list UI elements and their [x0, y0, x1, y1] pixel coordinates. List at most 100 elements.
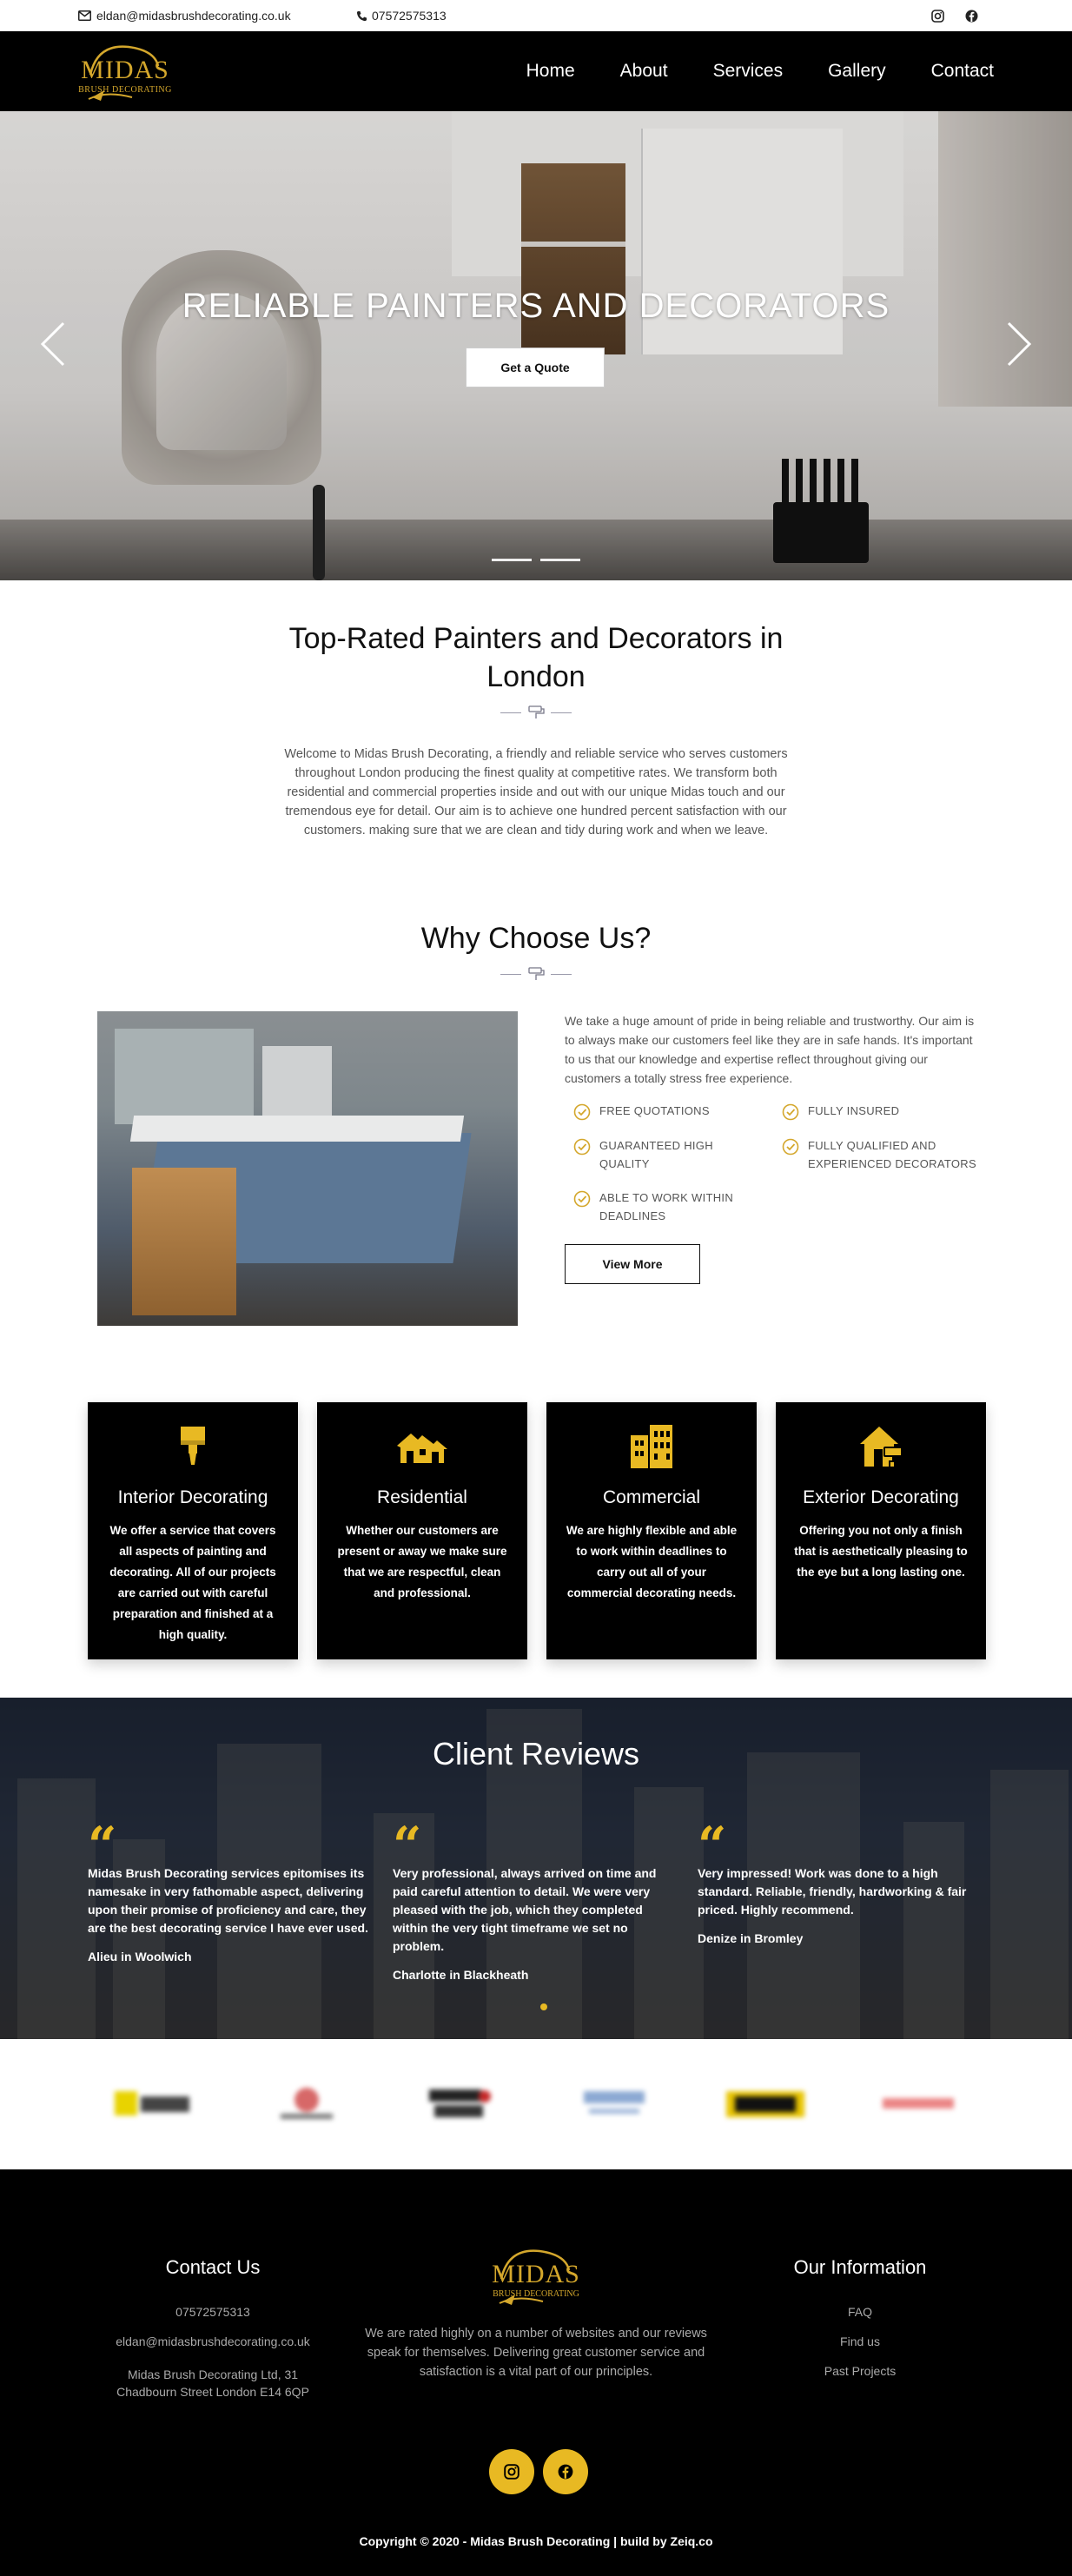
top-social-links	[931, 0, 983, 31]
feature-label: GUARANTEED HIGH QUALITY	[599, 1139, 713, 1170]
instagram-icon[interactable]	[931, 9, 944, 23]
partner-logo-ipaf[interactable]	[726, 2086, 804, 2121]
feature-label: FULLY QUALIFIED AND EXPERIENCED DECORATO…	[808, 1139, 976, 1170]
nav-menu: Home About Services Gallery Contact	[526, 31, 994, 111]
logo-tagline: BRUSH DECORATING	[493, 2289, 579, 2299]
why-title: Why Choose Us?	[420, 922, 652, 955]
client-reviews-section: Client Reviews “ Midas Brush Decorating …	[0, 1698, 1072, 2039]
footer-logo[interactable]: MIDAS BRUSH DECORATING	[482, 2244, 590, 2308]
service-title: Exterior Decorating	[803, 1487, 959, 1507]
nav-item-about[interactable]: About	[620, 61, 668, 82]
service-card-commercial[interactable]: Commercial We are highly flexible and ab…	[546, 1402, 757, 1659]
service-card-residential[interactable]: Residential Whether our customers are pr…	[317, 1402, 527, 1659]
partner-logo-trustatrader[interactable]	[879, 2086, 957, 2121]
feature-checklist: FREE QUOTATIONS FULLY INSURED GUARANTEED…	[565, 1102, 982, 1225]
facebook-icon[interactable]	[965, 10, 978, 23]
partner-logos	[0, 2039, 1072, 2169]
kitchen-photo	[97, 1011, 518, 1326]
hero-slide-indicators	[492, 559, 580, 561]
service-text: We are highly flexible and able to work …	[566, 1524, 738, 1599]
review-author: Denize in Bromley	[698, 1931, 804, 1945]
reviews-title: Client Reviews	[432, 1736, 640, 1771]
footer-about-text: We are rated highly on a number of websi…	[365, 2327, 707, 2379]
nav-item-home[interactable]: Home	[526, 61, 575, 82]
top-email-link[interactable]: eldan@midasbrushdecorating.co.uk	[78, 0, 291, 31]
footer-info-title: Our Information	[793, 2256, 927, 2278]
feature-item: FULLY INSURED	[773, 1102, 982, 1121]
feature-label: FREE QUOTATIONS	[599, 1104, 710, 1117]
quote-icon: “	[698, 1816, 727, 1875]
footer-about: MIDAS BRUSH DECORATING We are rated high…	[354, 2244, 718, 2381]
review-slide-indicator[interactable]	[540, 2003, 547, 2010]
footer-info: Our Information FAQ Find us Past Project…	[747, 2256, 973, 2380]
footer-contact: Contact Us 07572575313 eldan@midasbrushd…	[100, 2256, 326, 2401]
partner-logo-city-guilds[interactable]	[422, 2086, 497, 2121]
get-quote-button[interactable]: Get a Quote	[466, 348, 605, 387]
service-cards: Interior Decorating We offer a service t…	[88, 1402, 986, 1659]
slide-indicator-2[interactable]	[540, 559, 580, 561]
footer-link-past-projects[interactable]: Past Projects	[747, 2362, 973, 2380]
review-card: “ Very impressed! Work was done to a hig…	[698, 1816, 984, 1945]
paint-brush-divider-icon	[528, 967, 545, 981]
feature-item: GUARANTEED HIGH QUALITY	[565, 1136, 773, 1173]
view-more-button[interactable]: View More	[565, 1244, 700, 1284]
review-text: Very professional, always arrived on tim…	[393, 1866, 657, 1953]
chevron-right-icon[interactable]	[1006, 321, 1032, 375]
footer-link-find-us[interactable]: Find us	[747, 2333, 973, 2350]
service-text: We offer a service that covers all aspec…	[109, 1524, 276, 1641]
house-paint-roller-icon	[776, 1421, 986, 1470]
partner-logo-trustmark[interactable]	[575, 2086, 653, 2121]
partner-logo-checkatrade[interactable]	[272, 2086, 341, 2121]
footer-facebook-button[interactable]	[543, 2449, 588, 2494]
copyright-text: Copyright © 2020 - Midas Brush Decoratin…	[359, 2534, 713, 2548]
why-section: Why Choose Us?	[0, 919, 1072, 982]
review-author: Alieu in Woolwich	[88, 1950, 192, 1963]
facebook-icon	[558, 2464, 573, 2480]
feature-label: FULLY INSURED	[808, 1104, 900, 1117]
intro-title: Top-Rated Painters and Decorators in Lon…	[288, 622, 784, 694]
review-card: “ Very professional, always arrived on t…	[393, 1820, 679, 1982]
site-footer: Contact Us 07572575313 eldan@midasbrushd…	[0, 2169, 1072, 2576]
service-title: Residential	[377, 1487, 467, 1507]
nav-item-services[interactable]: Services	[713, 61, 784, 82]
why-content: We take a huge amount of pride in being …	[565, 1011, 982, 1284]
footer-link-faq[interactable]: FAQ	[747, 2303, 973, 2321]
top-phone-text: 07572575313	[372, 9, 447, 23]
check-circle-icon	[573, 1190, 591, 1208]
footer-contact-title: Contact Us	[165, 2256, 261, 2278]
review-card: “ Midas Brush Decorating services epitom…	[88, 1816, 374, 1963]
footer-social	[489, 2449, 588, 2494]
footer-email[interactable]: eldan@midasbrushdecorating.co.uk	[100, 2333, 326, 2350]
footer-address: Midas Brush Decorating Ltd, 31 Chadbourn…	[116, 2367, 309, 2399]
service-title: Interior Decorating	[117, 1487, 268, 1507]
service-text: Whether our customers are present or awa…	[337, 1524, 507, 1599]
main-navigation: MIDAS BRUSH DECORATING Home About Servic…	[0, 31, 1072, 111]
top-phone-link[interactable]: 07572575313	[356, 0, 447, 31]
top-email-text: eldan@midasbrushdecorating.co.uk	[96, 9, 291, 23]
logo-wordmark: MIDAS	[492, 2260, 580, 2288]
brush-divider	[0, 966, 1072, 982]
service-card-interior[interactable]: Interior Decorating We offer a service t…	[88, 1402, 298, 1659]
intro-section: Top-Rated Painters and Decorators in Lon…	[0, 619, 1072, 840]
chevron-left-icon[interactable]	[40, 321, 66, 375]
hero-title: RELIABLE PAINTERS AND DECORATORS	[182, 287, 890, 325]
nav-item-contact[interactable]: Contact	[931, 61, 994, 82]
nav-item-gallery[interactable]: Gallery	[828, 61, 886, 82]
service-text: Offering you not only a finish that is a…	[794, 1524, 968, 1579]
feature-label: ABLE TO WORK WITHIN DEADLINES	[599, 1191, 734, 1222]
quote-icon: “	[88, 1816, 117, 1875]
footer-phone[interactable]: 07572575313	[100, 2303, 326, 2321]
instagram-icon	[504, 2464, 519, 2480]
brand-logo[interactable]: MIDAS BRUSH DECORATING	[71, 40, 179, 104]
building-icon	[546, 1421, 757, 1470]
review-text: Very impressed! Work was done to a high …	[698, 1866, 967, 1917]
partner-logo-yell[interactable]	[115, 2086, 193, 2121]
footer-instagram-button[interactable]	[489, 2449, 534, 2494]
service-card-exterior[interactable]: Exterior Decorating Offering you not onl…	[776, 1402, 986, 1659]
kitchen-photo-worktop	[129, 1116, 465, 1142]
check-circle-icon	[782, 1138, 799, 1156]
review-text: Midas Brush Decorating services epitomis…	[88, 1866, 368, 1935]
hero-slider	[0, 111, 1072, 580]
slide-indicator-1[interactable]	[492, 559, 532, 561]
feature-item: FREE QUOTATIONS	[565, 1102, 773, 1121]
